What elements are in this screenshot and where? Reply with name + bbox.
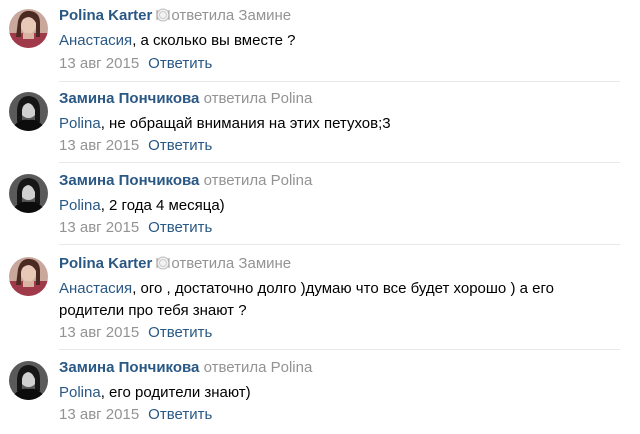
reply-verb: ответила xyxy=(203,172,267,189)
comments-thread: { "comments": [ { "author": "Polina Kart… xyxy=(0,0,640,434)
comment-date[interactable]: 13 авг 2015 xyxy=(59,219,139,236)
avatar-female-photo-icon xyxy=(9,9,48,48)
author-name[interactable]: Замина Пончикова xyxy=(59,90,199,107)
reply-button[interactable]: Ответить xyxy=(148,137,212,154)
reply-verb: ответила xyxy=(203,359,267,376)
comment-header: Замина Пончикова ответила Polina xyxy=(59,359,312,377)
comment-date[interactable]: 13 авг 2015 xyxy=(59,406,139,423)
divider xyxy=(59,349,620,350)
reply-to-link[interactable]: Polina xyxy=(271,90,313,107)
author-name[interactable]: Polina Karter xyxy=(59,255,152,272)
avatar-bw-photo-icon xyxy=(9,174,48,213)
reply-verb: ответила xyxy=(171,255,235,272)
reply-button[interactable]: Ответить xyxy=(148,324,212,341)
reply-button[interactable]: Ответить xyxy=(148,219,212,236)
divider xyxy=(59,244,620,245)
avatar[interactable] xyxy=(9,9,48,48)
comment-text: Анастасия, ого , достаточно долго )думаю… xyxy=(59,278,619,322)
comment-text: Polina, не обращай внимания на этих пету… xyxy=(59,113,619,135)
reply-verb: ответила xyxy=(171,7,235,24)
comment-body: , а сколько вы вместе ? xyxy=(132,32,296,49)
mention-link[interactable]: Polina xyxy=(59,197,101,214)
reply-to-link[interactable]: Замине xyxy=(238,7,291,24)
reply-to-link[interactable]: Polina xyxy=(271,172,313,189)
plate-emoji-icon xyxy=(156,256,170,270)
comment-footer: 13 авг 2015 Ответить xyxy=(59,55,212,73)
avatar[interactable] xyxy=(9,92,48,131)
reply-to-link[interactable]: Замине xyxy=(238,255,291,272)
comment-text: Polina, его родители знают) xyxy=(59,382,619,404)
comment-footer: 13 авг 2015 Ответить xyxy=(59,324,212,342)
avatar-bw-photo-icon xyxy=(9,361,48,400)
author-name[interactable]: Polina Karter xyxy=(59,7,152,24)
plate-emoji-icon xyxy=(156,8,170,22)
reply-verb: ответила xyxy=(203,90,267,107)
comment-footer: 13 авг 2015 Ответить xyxy=(59,406,212,424)
mention-link[interactable]: Polina xyxy=(59,115,101,132)
comment-body: , 2 года 4 месяца) xyxy=(100,197,225,214)
avatar-female-photo-icon xyxy=(9,257,48,296)
comment-body: , не обращай внимания на этих петухов;3 xyxy=(100,115,391,132)
comment-body: , его родители знают) xyxy=(100,384,251,401)
avatar[interactable] xyxy=(9,174,48,213)
avatar[interactable] xyxy=(9,257,48,296)
comment-header: Замина Пончикова ответила Polina xyxy=(59,90,312,108)
divider xyxy=(59,81,620,82)
reply-button[interactable]: Ответить xyxy=(148,406,212,423)
comment-body: , ого , достаточно долго )думаю что все … xyxy=(59,280,554,319)
comment-footer: 13 авг 2015 Ответить xyxy=(59,219,212,237)
reply-button[interactable]: Ответить xyxy=(148,55,212,72)
author-name[interactable]: Замина Пончикова xyxy=(59,172,199,189)
author-name[interactable]: Замина Пончикова xyxy=(59,359,199,376)
comment-header: Замина Пончикова ответила Polina xyxy=(59,172,312,190)
comment-header: Polina Karter ответила Замине xyxy=(59,255,291,273)
avatar-bw-photo-icon xyxy=(9,92,48,131)
comment-footer: 13 авг 2015 Ответить xyxy=(59,137,212,155)
comment-text: Анастасия, а сколько вы вместе ? xyxy=(59,30,619,52)
reply-to-link[interactable]: Polina xyxy=(271,359,313,376)
mention-link[interactable]: Анастасия xyxy=(59,32,132,49)
mention-link[interactable]: Анастасия xyxy=(59,280,132,297)
avatar[interactable] xyxy=(9,361,48,400)
divider xyxy=(59,162,620,163)
comment-date[interactable]: 13 авг 2015 xyxy=(59,55,139,72)
comment-text: Polina, 2 года 4 месяца) xyxy=(59,195,619,217)
comment-header: Polina Karter ответила Замине xyxy=(59,7,291,25)
mention-link[interactable]: Polina xyxy=(59,384,101,401)
comment-date[interactable]: 13 авг 2015 xyxy=(59,324,139,341)
comment-date[interactable]: 13 авг 2015 xyxy=(59,137,139,154)
